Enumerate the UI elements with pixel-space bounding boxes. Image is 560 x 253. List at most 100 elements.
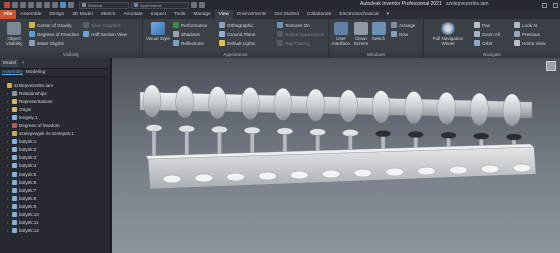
update-icon[interactable]: [68, 2, 74, 8]
expand-chevron-icon[interactable]: ›: [7, 204, 10, 209]
default-lights-button[interactable]: Default Lights: [219, 40, 255, 46]
maximize-icon[interactable]: [553, 2, 558, 8]
full-navigation-wheel-button[interactable]: Full Navigation Wheel: [430, 22, 466, 46]
browser-node[interactable]: › bütyök:3: [0, 154, 110, 162]
browser-node[interactable]: › tengely:1: [0, 113, 110, 121]
measure-icon[interactable]: [199, 2, 205, 8]
select-icon[interactable]: [60, 2, 66, 8]
clean-screen-button[interactable]: Clean Screen: [352, 22, 370, 46]
file-tab[interactable]: File: [0, 10, 17, 19]
new-icon[interactable]: [12, 2, 18, 8]
imate-glyphs-button[interactable]: iMate Glyphs: [29, 40, 64, 46]
expand-chevron-icon[interactable]: ›: [7, 188, 10, 193]
center-of-gravity-button[interactable]: Center of Gravity: [29, 22, 72, 28]
expand-chevron-icon[interactable]: ›: [7, 147, 10, 152]
slice-graphics-button[interactable]: Slice Graphics: [83, 22, 121, 28]
pan-button[interactable]: Pan: [474, 22, 490, 28]
expand-chevron-icon[interactable]: ›: [7, 228, 10, 233]
expand-chevron-icon[interactable]: ›: [7, 139, 10, 144]
tab-inspect[interactable]: Inspect: [147, 10, 170, 19]
home-view-button[interactable]: Home View: [514, 40, 545, 46]
tab-assemble[interactable]: Assemble: [16, 10, 45, 19]
minimize-icon[interactable]: [542, 2, 547, 8]
expand-chevron-icon[interactable]: ›: [7, 123, 10, 128]
open-icon[interactable]: [20, 2, 26, 8]
browser-node[interactable]: szelepvezerlés.iam: [0, 81, 110, 89]
browser-node[interactable]: › szelepvegek és szelepek:1: [0, 130, 110, 138]
expand-chevron-icon[interactable]: ›: [7, 155, 10, 160]
browser-node[interactable]: › Origin: [0, 105, 110, 113]
browser-node[interactable]: › Degrees of freedom: [0, 121, 110, 129]
ribbon-toggle-icon[interactable]: ▾: [383, 10, 393, 19]
app-menu-icon[interactable]: [4, 2, 10, 8]
browser-node[interactable]: › bütyök:12: [0, 227, 110, 235]
object-visibility-button[interactable]: Object Visibility: [3, 22, 25, 46]
expand-chevron-icon[interactable]: ›: [7, 131, 10, 136]
tab-3d-model[interactable]: 3D Model: [68, 10, 97, 19]
browser-node[interactable]: › bütyök:10: [0, 211, 110, 219]
orthographic-button[interactable]: Orthographic: [219, 22, 254, 28]
browser-node[interactable]: › bütyök:2: [0, 146, 110, 154]
redo-icon[interactable]: [44, 2, 50, 8]
degrees-of-freedom-button[interactable]: Degrees of Freedom: [29, 31, 79, 37]
browser-node[interactable]: › bütyök:8: [0, 194, 110, 202]
save-icon[interactable]: [28, 2, 34, 8]
browser-node[interactable]: › bütyök:6: [0, 178, 110, 186]
expand-chevron-icon[interactable]: ›: [7, 91, 10, 96]
switch-button[interactable]: Switch: [371, 22, 386, 41]
ray-tracing-button[interactable]: Ray Tracing: [277, 40, 310, 46]
new-window-button[interactable]: New: [391, 31, 408, 37]
undo-icon[interactable]: [36, 2, 42, 8]
performance-button[interactable]: Performance: [173, 22, 207, 28]
browser-node[interactable]: › bütyök:11: [0, 219, 110, 227]
expand-chevron-icon[interactable]: ›: [7, 220, 10, 225]
tab-view[interactable]: View: [214, 10, 234, 19]
expand-chevron-icon[interactable]: ›: [7, 115, 10, 120]
tab-collaborate[interactable]: Collaborate: [303, 10, 336, 19]
tab-annotate[interactable]: Annotate: [119, 10, 146, 19]
tab-sketch[interactable]: Sketch: [97, 10, 120, 19]
expand-chevron-icon[interactable]: ›: [7, 107, 10, 112]
arrange-button[interactable]: Arrange: [391, 22, 415, 28]
view-cube-icon[interactable]: [546, 61, 556, 71]
tab-get-started[interactable]: Get Started: [270, 10, 303, 19]
expand-chevron-icon[interactable]: ›: [7, 172, 10, 177]
expand-chevron-icon[interactable]: ›: [7, 212, 10, 217]
tab-electromechanical[interactable]: Electromechanical: [335, 10, 382, 19]
appearance-combo[interactable]: Appearance: [131, 1, 189, 9]
expand-chevron-icon[interactable]: ›: [7, 180, 10, 185]
ground-plane-button[interactable]: Ground Plane: [219, 31, 255, 37]
graphics-viewport[interactable]: [112, 58, 560, 253]
zoom-all-button[interactable]: Zoom All: [474, 31, 500, 37]
textures-on-button[interactable]: Textures On: [277, 22, 310, 28]
orbit-button[interactable]: Orbit: [474, 40, 492, 46]
browser-subtab-assembly[interactable]: Assembly: [2, 70, 23, 75]
fx-icon[interactable]: [191, 2, 197, 8]
browser-node[interactable]: › Relationships: [0, 89, 110, 97]
browser-tab-model[interactable]: Model: [1, 59, 19, 67]
browser-node[interactable]: › bütyök:4: [0, 162, 110, 170]
visual-style-button[interactable]: Visual Style: [145, 22, 171, 41]
expand-chevron-icon[interactable]: ›: [7, 196, 10, 201]
tab-tools[interactable]: Tools: [170, 10, 189, 19]
user-interface-button[interactable]: User Interface: [331, 22, 351, 46]
browser-node[interactable]: › bütyök:7: [0, 186, 110, 194]
shadows-button[interactable]: Shadows: [173, 31, 200, 37]
look-at-button[interactable]: Look At: [514, 22, 537, 28]
browser-node[interactable]: › bütyök:1: [0, 138, 110, 146]
expand-chevron-icon[interactable]: ›: [7, 163, 10, 168]
browser-subtab-modeling[interactable]: Modeling: [26, 70, 45, 75]
reflections-button[interactable]: Reflections: [173, 40, 204, 46]
expand-chevron-icon[interactable]: ›: [7, 99, 10, 104]
browser-node[interactable]: › bütyök:9: [0, 202, 110, 210]
tab-manage[interactable]: Manage: [189, 10, 214, 19]
add-browser-tab-icon[interactable]: +: [20, 60, 26, 66]
browser-node[interactable]: › Representations: [0, 97, 110, 105]
home-icon[interactable]: [52, 2, 58, 8]
tab-design[interactable]: Design: [45, 10, 68, 19]
half-section-view-button[interactable]: Half Section View: [83, 31, 127, 37]
material-combo[interactable]: Material: [79, 1, 129, 9]
refine-appearance-button[interactable]: Refine Appearance: [277, 31, 324, 37]
browser-node[interactable]: › bütyök:5: [0, 170, 110, 178]
previous-button[interactable]: Previous: [514, 31, 540, 37]
